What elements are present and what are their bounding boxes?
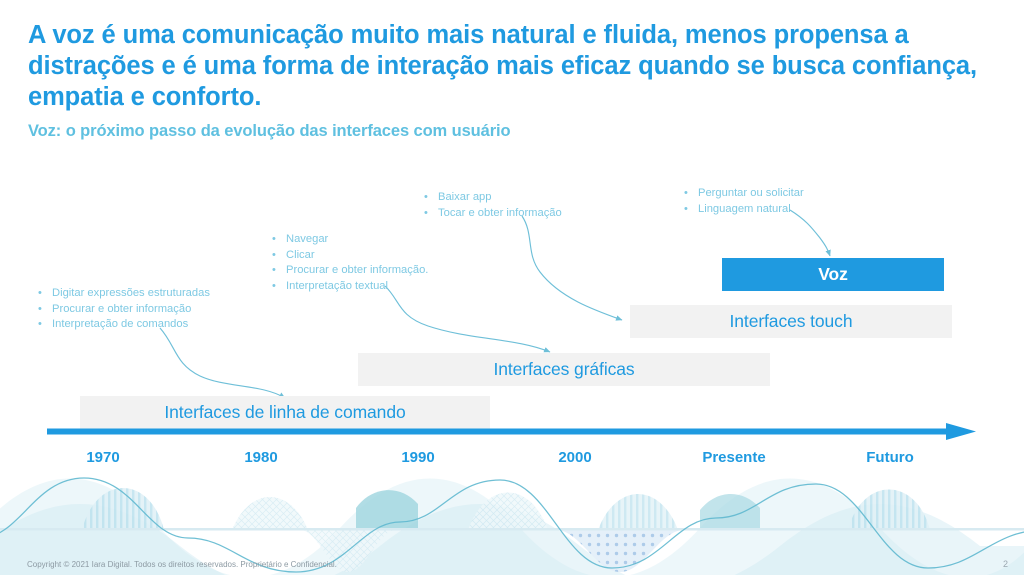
- bullet-item: • Procurar e obter informação.: [272, 263, 428, 279]
- bullet-label: Baixar app: [438, 191, 492, 203]
- wave-hump-vlines-c: [848, 489, 930, 530]
- bullet-list-cli: • Digitar expressões estruturadas • Proc…: [38, 286, 210, 333]
- page-number: 2: [1002, 559, 1008, 569]
- bullet-label: Navegar: [286, 233, 329, 245]
- bullet-label: Tocar e obter informação: [438, 206, 562, 219]
- bullet-item: • Baixar app: [424, 190, 562, 206]
- bullet-label: Linguagem natural: [698, 202, 791, 215]
- stage-box-voice[interactable]: Voz: [722, 258, 944, 291]
- bullet-label: Procurar e obter informação.: [286, 264, 429, 276]
- bullet-label: Perguntar ou solicitar: [698, 187, 804, 199]
- wave-hump-cross-a: [232, 497, 308, 530]
- bullet-dot-icon: •: [38, 287, 42, 299]
- page-title: A voz é uma comunicação muito mais natur…: [28, 21, 977, 111]
- bullet-item: • Interpretação de comandos: [38, 317, 210, 333]
- timeline-tick-2000: 2000: [558, 449, 592, 466]
- bullet-label: Clicar: [286, 248, 315, 261]
- bullet-item: • Procurar e obter informação: [38, 302, 210, 318]
- bullet-dot-icon: •: [272, 248, 276, 261]
- bullet-item: • Digitar expressões estruturadas: [38, 286, 210, 302]
- bullet-item: • Perguntar ou solicitar: [684, 186, 804, 202]
- bullet-item: • Navegar: [272, 232, 428, 248]
- bullet-dot-icon: •: [272, 233, 276, 245]
- bullet-dot-icon: •: [272, 279, 276, 292]
- decorative-waveform: [0, 477, 1024, 575]
- bullet-dot-icon: •: [272, 264, 276, 276]
- connector-touch: [521, 215, 623, 321]
- bullet-item: • Linguagem natural: [684, 202, 804, 218]
- bullet-label: Interpretação de comandos: [52, 318, 189, 330]
- connector-gui: [384, 285, 551, 353]
- page-subtitle: Voz: o próximo passo da evolução das int…: [28, 122, 511, 140]
- footer-copyright: Copyright © 2021 Iara Digital. Todos os …: [27, 560, 337, 569]
- bullet-label: Digitar expressões estruturadas: [52, 287, 210, 299]
- bullet-item: • Clicar: [272, 248, 428, 264]
- bullet-dot-icon: •: [38, 318, 42, 330]
- wave-midline: [0, 528, 1024, 531]
- evolution-diagram: • Digitar expressões estruturadas • Proc…: [0, 160, 1024, 480]
- timeline-tick-futuro: Futuro: [866, 449, 914, 466]
- bullet-item: • Interpretação textual: [272, 279, 428, 295]
- bullet-dot-icon: •: [424, 206, 428, 219]
- title-block: A voz é uma comunicação muito mais natur…: [28, 20, 988, 141]
- timeline-tick-1990: 1990: [401, 449, 435, 466]
- bullet-dot-icon: •: [684, 187, 688, 199]
- timeline-tick-1980: 1980: [244, 449, 278, 466]
- timeline-tick-presente: Presente: [702, 449, 766, 466]
- bullet-dot-icon: •: [38, 302, 42, 315]
- stage-box-touch[interactable]: Interfaces touch: [630, 305, 952, 338]
- bullet-label: Procurar e obter informação: [52, 302, 192, 315]
- stage-box-gui[interactable]: Interfaces gráficas: [358, 353, 770, 386]
- bullet-list-touch: • Baixar app • Tocar e obter informação: [424, 190, 562, 221]
- bullet-list-voice: • Perguntar ou solicitar • Linguagem nat…: [684, 186, 804, 217]
- bullet-dot-icon: •: [424, 191, 428, 203]
- timeline-axis-arrow: [47, 423, 976, 440]
- bullet-label: Interpretação textual: [286, 279, 388, 292]
- bullet-dot-icon: •: [684, 202, 688, 215]
- connector-cli: [159, 327, 286, 399]
- timeline-tick-1970: 1970: [86, 449, 120, 466]
- bullet-item: • Tocar e obter informação: [424, 206, 562, 222]
- wave-hump-vlines-b: [598, 494, 678, 530]
- bullet-list-gui: • Navegar • Clicar • Procurar e obter in…: [272, 232, 428, 294]
- slide-canvas: A voz é uma comunicação muito mais natur…: [0, 0, 1024, 575]
